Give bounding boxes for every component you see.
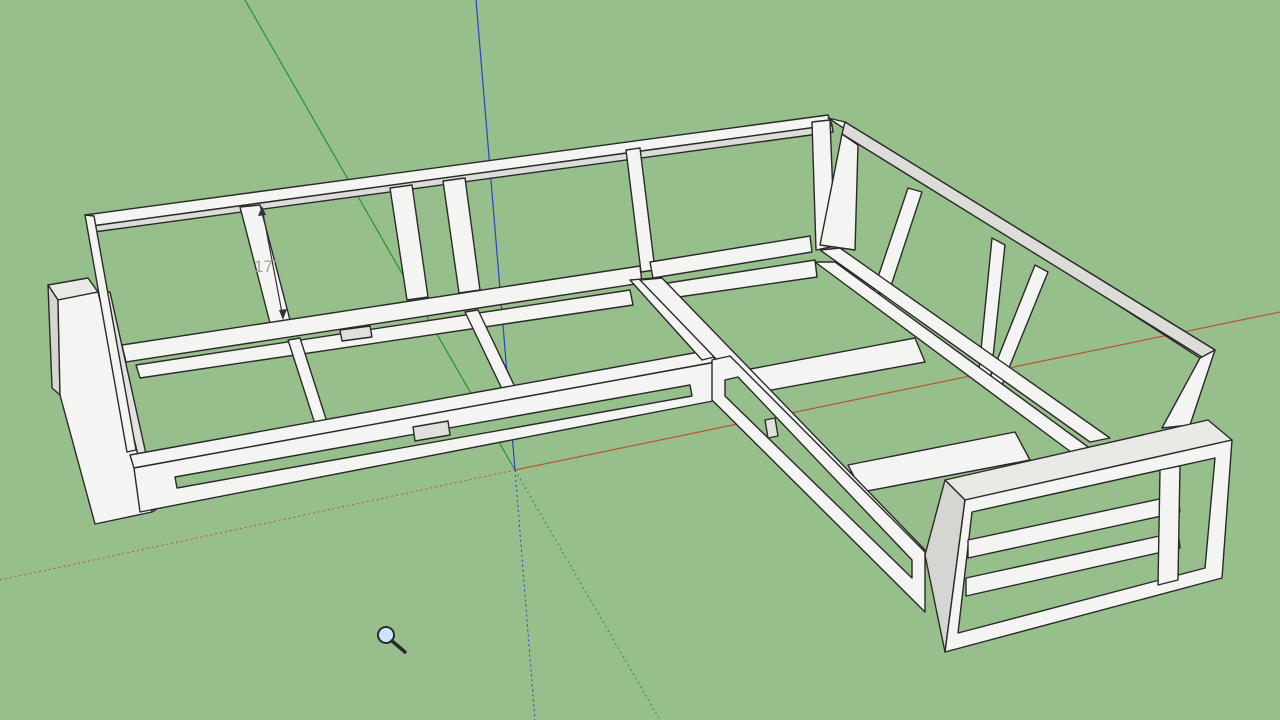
sofa-frame-model[interactable] [47, 114, 1233, 653]
model-scene[interactable]: 17" [0, 0, 1280, 720]
dimension-label: 17" [254, 257, 279, 276]
right-front-block[interactable] [764, 417, 779, 439]
sketchup-viewport[interactable]: 17" [0, 0, 1280, 720]
back-slat-3[interactable] [442, 177, 481, 294]
right-seat-cross-1[interactable] [744, 337, 926, 394]
right-back-end-post[interactable] [1161, 349, 1216, 429]
green-axis-negative [514, 469, 661, 720]
right-arm-slat-3[interactable] [1157, 465, 1181, 586]
back-slat-4[interactable] [625, 147, 656, 273]
blue-axis-negative [514, 469, 536, 720]
zoom-magnifier-icon [377, 626, 407, 654]
back-slat-2[interactable] [389, 184, 429, 301]
right-lower-rail[interactable] [819, 247, 1111, 443]
